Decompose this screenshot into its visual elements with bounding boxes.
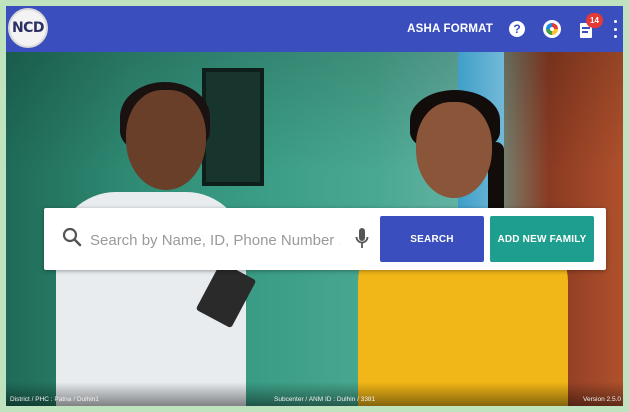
more-options-icon[interactable] (613, 20, 617, 38)
search-button[interactable]: SEARCH (380, 216, 484, 262)
top-app-bar: NCD ASHA FORMAT ? 14 (6, 6, 623, 52)
app-frame: NCD ASHA FORMAT ? 14 Search by Name, ID,… (0, 0, 629, 412)
add-new-family-button[interactable]: ADD NEW FAMILY (490, 216, 594, 262)
notifications-icon[interactable]: 14 (579, 13, 603, 39)
ncd-logo[interactable]: NCD (8, 8, 48, 48)
footer-subcenter: Subcenter / ANM ID : Dulhin / 3381 (274, 396, 376, 403)
footer-district: District / PHC : Patna / Dulhin1 (10, 396, 99, 403)
sync-icon[interactable] (543, 20, 561, 38)
search-icon (62, 227, 82, 247)
brand-title: ASHA FORMAT (407, 23, 493, 35)
logo-text: NCD (11, 20, 45, 36)
help-icon[interactable]: ? (509, 21, 525, 37)
toolbar-actions: ASHA FORMAT ? 14 (407, 6, 617, 52)
photo-face (126, 90, 206, 190)
mic-icon[interactable] (354, 227, 370, 251)
search-card: SEARCH ADD NEW FAMILY (44, 208, 606, 270)
footer-info: District / PHC : Patna / Dulhin1 Subcent… (6, 382, 623, 406)
photo-face (416, 102, 492, 198)
search-input[interactable] (88, 224, 342, 256)
notification-badge: 14 (586, 13, 603, 28)
footer-version: Version 2.5.0 (583, 396, 621, 403)
